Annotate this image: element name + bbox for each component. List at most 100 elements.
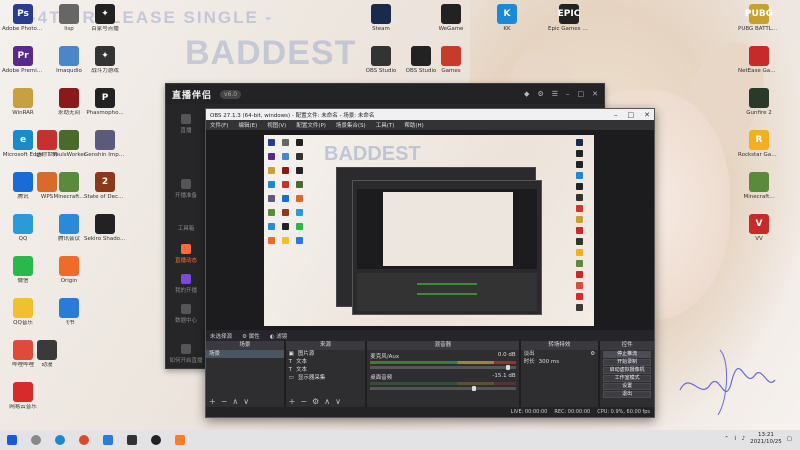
studio-mode-button[interactable]: 工作室模式: [603, 375, 651, 382]
down-icon[interactable]: ∨: [335, 397, 341, 406]
clock[interactable]: 13:21 2021/10/25: [750, 432, 782, 446]
source-item[interactable]: T 文本: [286, 358, 366, 366]
desktop-icon-gunfire[interactable]: Gunfire 2: [738, 88, 780, 116]
close-icon[interactable]: ✕: [644, 111, 650, 119]
preview-icon-wegame: [576, 161, 583, 168]
maximize-icon[interactable]: □: [628, 111, 635, 119]
source-item[interactable]: T 文本: [286, 366, 366, 374]
properties-button[interactable]: ⚙ 属性: [242, 332, 260, 340]
phasmo-icon: P: [95, 88, 115, 108]
wallpaper-signature: [679, 349, 776, 416]
taskbar-chrome[interactable]: [75, 431, 93, 449]
stop-streaming-button[interactable]: 停止推流: [603, 351, 651, 358]
desktop-icon-epic[interactable]: EPIC Epic Games Launcher: [548, 4, 590, 32]
obs-preview[interactable]: BADDEST: [206, 130, 654, 330]
add-icon[interactable]: +: [209, 397, 216, 406]
menu-scene-collection[interactable]: 场景集合(S): [336, 121, 366, 129]
preview-icon-unk1: [282, 139, 289, 146]
close-icon[interactable]: ✕: [592, 90, 598, 98]
obs-window[interactable]: OBS 27.1.3 (64-bit, windows) - 配置文件: 未命名…: [205, 108, 655, 418]
preview-icon-kuwo: [282, 181, 289, 188]
desktop-icon-genshin[interactable]: Genshin Impact: [84, 130, 126, 158]
desktop-icon-kk[interactable]: K KK: [486, 4, 528, 32]
desktop-icon-ng[interactable]: NetEase Games: [738, 46, 780, 74]
taskbar-search[interactable]: [27, 431, 45, 449]
desktop-icon-wegame[interactable]: WeGame: [430, 4, 472, 32]
avatar-icon[interactable]: ◆: [524, 90, 529, 98]
desktop-icon-steam[interactable]: Steam: [360, 4, 402, 32]
virtual-camera-button[interactable]: 启动虚拟摄像机: [603, 367, 651, 374]
sidebar-item-help[interactable]: 如何开启直播: [168, 344, 204, 364]
desktop-icon-sod2[interactable]: 2 State of Decay 2: [84, 172, 126, 200]
taskbar-edge[interactable]: [51, 431, 69, 449]
desktop-icon-vv[interactable]: V VV: [738, 214, 780, 242]
remove-icon[interactable]: −: [300, 397, 307, 406]
remove-icon[interactable]: −: [221, 397, 228, 406]
menu-profile[interactable]: 配置文件(P): [296, 121, 326, 129]
down-icon[interactable]: ∨: [243, 397, 249, 406]
filters-button[interactable]: ◐ 滤镜: [270, 332, 288, 340]
sidebar-item-live-dynamic[interactable]: 直播动态: [168, 244, 204, 264]
desktop-icon-feishu[interactable]: 飞书: [48, 298, 90, 326]
volume-icon[interactable]: ♪: [742, 436, 746, 442]
taskbar-obs[interactable]: [147, 431, 165, 449]
preview-icon-mc2: [576, 260, 583, 267]
sidebar-item-toolbox[interactable]: 工具箱: [168, 224, 204, 232]
menu-file[interactable]: 文件(F): [210, 121, 228, 129]
volume-slider[interactable]: [370, 365, 516, 370]
source-item[interactable]: ▣ 图片源: [286, 350, 366, 358]
pr-icon: Pr: [13, 46, 33, 66]
desktop-icon-sekiro[interactable]: Sekiro Shadows...: [84, 214, 126, 242]
source-item[interactable]: ▭ 显示器采集: [286, 374, 366, 382]
desktop-icon-ps[interactable]: Ps Adobe Photosho...: [2, 4, 44, 32]
settings-button[interactable]: 设置: [603, 383, 651, 390]
menu-icon[interactable]: ☰: [552, 90, 558, 98]
duration-field[interactable]: 时长 300 ms: [521, 358, 599, 366]
desktop-icon-phasmo[interactable]: P Phasmopho...: [84, 88, 126, 116]
menu-tools[interactable]: 工具(T): [376, 121, 395, 129]
desktop-icon-ani[interactable]: 动漫: [26, 340, 68, 368]
desktop-icon-pubg[interactable]: PUBG PUBG BATTLEGROUNDS: [738, 4, 780, 32]
scene-item[interactable]: 场景: [206, 350, 284, 358]
taskbar-feishu[interactable]: [99, 431, 117, 449]
up-icon[interactable]: ∧: [232, 397, 238, 406]
desktop-icon-obsi[interactable]: OBS Studio: [360, 46, 402, 74]
desktop-icon-wechat[interactable]: 微信: [2, 256, 44, 284]
maximize-icon[interactable]: □: [578, 90, 585, 98]
desktop-icon-fight[interactable]: ✦ 战斗力游戏: [84, 46, 126, 74]
exit-button[interactable]: 退出: [603, 391, 651, 398]
desktop-icon-winrar[interactable]: WinRAR: [2, 88, 44, 116]
chevron-up-icon[interactable]: ⌃: [724, 436, 729, 442]
desktop-icon-origin[interactable]: Origin: [48, 256, 90, 284]
volume-slider[interactable]: [370, 386, 516, 391]
sidebar-item-prepare[interactable]: 开播准备: [168, 179, 204, 199]
preview-icon-steam: [576, 139, 583, 146]
desktop-icon-bd1[interactable]: ✦ 百家号点播: [84, 4, 126, 32]
desktop-icon-mc2[interactable]: Minecraft...: [738, 172, 780, 200]
desktop-icon-game1[interactable]: Games: [430, 46, 472, 74]
desktop-icon-qq[interactable]: QQ: [2, 214, 44, 242]
desktop-icon-pr[interactable]: Pr Adobe Premiere Pr...: [2, 46, 44, 74]
sidebar-item-data[interactable]: 数据中心: [168, 304, 204, 324]
up-icon[interactable]: ∧: [324, 397, 330, 406]
menu-help[interactable]: 帮助(H): [404, 121, 423, 129]
taskbar-wegame[interactable]: [123, 431, 141, 449]
menu-view[interactable]: 视图(V): [267, 121, 286, 129]
notification-icon[interactable]: ▢: [787, 436, 792, 442]
gear-icon[interactable]: ⚙: [312, 397, 319, 406]
transition-select[interactable]: 淡出 ⚙: [521, 350, 599, 358]
start-recording-button[interactable]: 开始录制: [603, 359, 651, 366]
desktop-icon-wy[interactable]: 网易云音乐: [2, 382, 44, 410]
desktop-icon-qq2[interactable]: QQ音乐: [2, 298, 44, 326]
network-icon[interactable]: ⌇: [734, 436, 737, 442]
desktop-icon-rockstar[interactable]: R Rockstar Games...: [738, 130, 780, 158]
settings-icon[interactable]: ⚙: [537, 90, 543, 98]
sidebar-item-my-live[interactable]: 我的开播: [168, 274, 204, 294]
minimize-icon[interactable]: –: [566, 90, 570, 98]
minimize-icon[interactable]: –: [614, 111, 618, 119]
menu-edit[interactable]: 编辑(E): [238, 121, 257, 129]
add-icon[interactable]: +: [289, 397, 296, 406]
taskbar-companion[interactable]: [171, 431, 189, 449]
start-button[interactable]: [3, 431, 21, 449]
sidebar-item-live[interactable]: 直播: [168, 114, 204, 134]
